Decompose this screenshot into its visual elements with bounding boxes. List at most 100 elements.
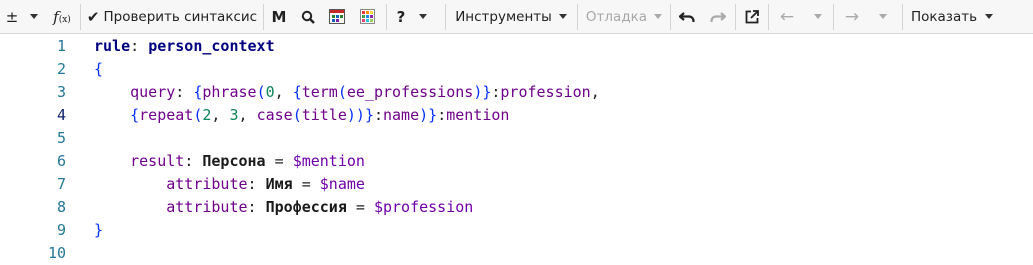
close-brace: }: [94, 220, 104, 239]
equals: =: [346, 197, 374, 216]
line-content: attribute: Имя = $name: [94, 175, 365, 193]
redo-button[interactable]: [703, 2, 733, 32]
line-number: 3: [56, 82, 66, 101]
line-content: {: [94, 60, 103, 78]
comma: ,: [238, 105, 257, 124]
line-number: 6: [56, 151, 66, 170]
paren: (: [292, 105, 302, 124]
variable: $mention: [292, 151, 365, 170]
colon: :: [184, 151, 203, 170]
identifier: profession: [500, 82, 591, 101]
code-editor[interactable]: 1 rule: person_context 2 { 3 query: { phr…: [0, 34, 1033, 265]
chevron-down-icon: [30, 14, 39, 19]
undo-button[interactable]: [671, 2, 703, 32]
m-label: M: [271, 7, 287, 26]
editor-toolbar: ± f(x) ✔ Проверить синтаксис M ? Инструм…: [0, 0, 1033, 34]
open-external-button[interactable]: [736, 2, 768, 32]
forward-dropdown[interactable]: →: [834, 2, 898, 32]
chevron-down-icon: [654, 14, 663, 19]
type-name: Персона: [202, 151, 266, 170]
line-number: 1: [56, 36, 66, 55]
keyword-rule: rule: [94, 36, 131, 55]
help-dropdown[interactable]: ?: [387, 2, 437, 32]
variable: $profession: [373, 197, 474, 216]
paren: (: [337, 82, 347, 101]
undo-icon: [679, 11, 695, 22]
function-icon: f(x): [53, 7, 71, 26]
colon: :: [130, 36, 149, 55]
rule-name: person_context: [148, 36, 275, 55]
calendar-icon: [329, 9, 345, 24]
attribute-name: Профессия: [265, 197, 347, 216]
keyword-attribute: attribute: [166, 174, 248, 193]
debug-menu[interactable]: Отладка: [578, 2, 670, 32]
line-number: 5: [56, 128, 66, 147]
checkmark-icon: ✔: [86, 7, 100, 26]
chevron-down-icon: [879, 14, 888, 19]
insert-operator-dropdown[interactable]: ±: [0, 2, 44, 32]
plus-minus-icon: ±: [5, 7, 19, 26]
brace: {: [130, 105, 140, 124]
line-content: attribute: Профессия = $profession: [94, 198, 473, 216]
color-grid-icon: [359, 9, 375, 24]
help-icon: ?: [396, 7, 406, 26]
open-brace: {: [94, 59, 104, 78]
zoom-search-button[interactable]: [294, 2, 322, 32]
insert-function-button[interactable]: f(x): [44, 2, 80, 32]
line-number: 7: [56, 174, 66, 193]
function-phrase: phrase: [202, 82, 257, 101]
identifier: ee_professions: [346, 82, 474, 101]
paren: (: [256, 82, 266, 101]
keyword-attribute: attribute: [166, 197, 248, 216]
colon: :: [175, 82, 194, 101]
redo-icon: [710, 11, 726, 22]
chevron-down-icon: [558, 14, 567, 19]
line-number: 8: [56, 197, 66, 216]
paren: ): [473, 82, 483, 101]
color-grid-button[interactable]: [352, 2, 382, 32]
colon: :: [373, 105, 383, 124]
function-repeat: repeat: [139, 105, 194, 124]
function-term: term: [301, 82, 338, 101]
line-number: 2: [56, 59, 66, 78]
show-menu[interactable]: Показать: [903, 2, 1001, 32]
calendar-button[interactable]: [322, 2, 352, 32]
m-button[interactable]: M: [264, 2, 294, 32]
tools-menu[interactable]: Инструменты: [446, 2, 576, 32]
equals: =: [265, 151, 293, 170]
tools-label: Инструменты: [455, 8, 552, 25]
colon: :: [247, 197, 266, 216]
line-number: 9: [56, 220, 66, 239]
line-number: 4: [56, 105, 66, 124]
comma: ,: [211, 105, 230, 124]
line-number: 10: [47, 243, 66, 262]
identifier: name: [383, 105, 420, 124]
identifier: title: [301, 105, 347, 124]
function-case: case: [256, 105, 293, 124]
comma: ,: [590, 82, 600, 101]
identifier: mention: [446, 105, 510, 124]
comma: ,: [274, 82, 293, 101]
line-content: rule: person_context: [94, 37, 275, 55]
equals: =: [292, 174, 320, 193]
back-dropdown[interactable]: ←: [769, 2, 833, 32]
check-syntax-label: Проверить синтаксис: [103, 8, 258, 25]
chevron-down-icon: [419, 14, 428, 19]
colon: :: [437, 105, 447, 124]
magnifier-icon: [301, 10, 315, 24]
attribute-name: Имя: [265, 174, 293, 193]
check-syntax-button[interactable]: ✔ Проверить синтаксис: [81, 2, 263, 32]
paren: )): [346, 105, 365, 124]
brace: }: [428, 105, 438, 124]
brace: }: [364, 105, 374, 124]
show-label: Показать: [910, 8, 978, 25]
line-content: }: [94, 221, 103, 239]
keyword-query: query: [130, 82, 176, 101]
number: 0: [265, 82, 275, 101]
arrow-right-icon: →: [844, 6, 860, 27]
paren: ): [419, 105, 429, 124]
